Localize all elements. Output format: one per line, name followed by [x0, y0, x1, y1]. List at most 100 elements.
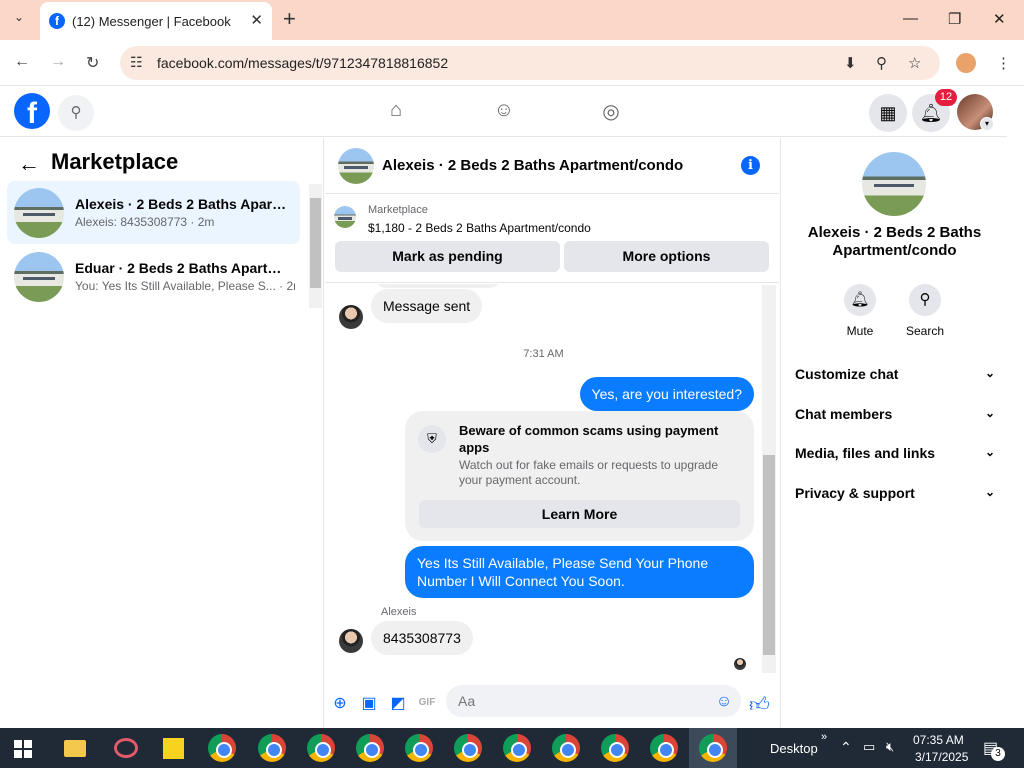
- section-label: Chat members: [795, 406, 893, 422]
- scrollbar-thumb[interactable]: [310, 198, 321, 288]
- message-bubble[interactable]: Message sent: [371, 289, 483, 323]
- url-text[interactable]: facebook.com/messages/t/9712347818816852: [157, 55, 448, 71]
- learn-more-button[interactable]: Learn More: [419, 500, 740, 528]
- thread-item[interactable]: Eduar · 2 Beds 2 Baths Apartment/condo Y…: [7, 245, 300, 308]
- clock-date[interactable]: 3/17/2025: [915, 750, 968, 764]
- search-button[interactable]: ⚲ Search: [895, 284, 955, 338]
- emoji-icon[interactable]: ☺: [714, 693, 734, 713]
- sender-name: Alexeis: [381, 606, 417, 618]
- tab-search-chevron-icon[interactable]: ⌄: [8, 10, 30, 32]
- message-timestamp: 7:31 AM: [523, 348, 564, 360]
- menu-grid-icon[interactable]: ▦: [869, 94, 907, 132]
- forward-arrow-icon[interactable]: →: [50, 53, 66, 71]
- chevron-down-icon: ⌄: [984, 485, 995, 499]
- new-tab-button[interactable]: +: [283, 6, 296, 32]
- minimize-icon[interactable]: —: [903, 10, 918, 27]
- sender-avatar[interactable]: [339, 629, 363, 653]
- site-info-icon[interactable]: ☷: [130, 54, 143, 71]
- search-icon[interactable]: ⚲: [58, 95, 94, 131]
- messages-scrollbar[interactable]: [762, 285, 776, 673]
- facebook-favicon-icon: f: [49, 13, 65, 29]
- toolbar-expand-icon[interactable]: »: [821, 731, 827, 743]
- thread-name: Eduar · 2 Beds 2 Baths Apartment/condo: [75, 260, 290, 276]
- notification-badge: 12: [935, 89, 957, 106]
- browser-tab-messenger[interactable]: f (12) Messenger | Facebook ✕: [40, 2, 272, 40]
- network-icon[interactable]: ▭: [863, 739, 875, 755]
- tab-title: (12) Messenger | Facebook: [72, 14, 231, 29]
- more-options-button[interactable]: More options: [564, 241, 769, 272]
- start-windows-icon[interactable]: [14, 740, 32, 758]
- chrome-taskbar-icon[interactable]: [208, 734, 236, 762]
- message-bubble-partial: [373, 284, 503, 288]
- listing-thumbnail: [14, 252, 64, 302]
- chevron-down-icon[interactable]: ▾: [980, 117, 994, 131]
- attach-image-icon[interactable]: ▣: [359, 693, 379, 713]
- listing-thumbnail[interactable]: [338, 148, 374, 184]
- gif-icon[interactable]: GIF: [417, 693, 437, 713]
- zoom-icon[interactable]: ⚲: [876, 54, 887, 72]
- section-chat-members[interactable]: Chat members ⌄: [795, 406, 995, 422]
- chevron-down-icon: ⌄: [984, 406, 995, 420]
- action-center-badge: 3: [991, 747, 1005, 761]
- listing-photo[interactable]: [862, 152, 926, 216]
- listing-title[interactable]: $1,180 - 2 Beds 2 Baths Apartment/condo: [368, 221, 591, 235]
- facebook-logo-icon[interactable]: f: [14, 93, 50, 129]
- chrome-taskbar-icon[interactable]: [405, 734, 433, 762]
- section-privacy-support[interactable]: Privacy & support ⌄: [795, 485, 995, 501]
- file-explorer-icon[interactable]: [64, 740, 86, 757]
- warning-title: Beware of common scams using payment app…: [459, 423, 719, 455]
- sticker-icon[interactable]: ◩: [388, 693, 408, 713]
- chrome-taskbar-icon[interactable]: [356, 734, 384, 762]
- mark-pending-button[interactable]: Mark as pending: [335, 241, 560, 272]
- chrome-taskbar-icon-active[interactable]: [699, 734, 727, 762]
- sticky-notes-icon[interactable]: [163, 738, 184, 759]
- add-circle-icon[interactable]: ⊕: [330, 693, 350, 713]
- mute-button[interactable]: 🔔︎ Mute: [830, 284, 890, 338]
- chrome-taskbar-icon[interactable]: [650, 734, 678, 762]
- clock-time[interactable]: 07:35 AM: [913, 733, 964, 747]
- section-media-files[interactable]: Media, files and links ⌄: [795, 445, 995, 461]
- chrome-taskbar-icon[interactable]: [601, 734, 629, 762]
- friends-icon[interactable]: ☺: [490, 99, 518, 127]
- listing-thumbnail[interactable]: [334, 206, 356, 228]
- tray-overflow-chevron-icon[interactable]: ⌃: [840, 739, 852, 756]
- scrollbar-thumb[interactable]: [763, 455, 775, 655]
- section-customize-chat[interactable]: Customize chat ⌄: [795, 366, 995, 382]
- chrome-taskbar-icon[interactable]: [552, 734, 580, 762]
- thumbs-up-icon[interactable]: 👍︎: [749, 693, 770, 716]
- scam-warning-card: ⛨ Beware of common scams using payment a…: [405, 411, 754, 541]
- chrome-taskbar-icon[interactable]: [307, 734, 335, 762]
- profile-icon[interactable]: [956, 53, 976, 73]
- tab-close-icon[interactable]: ✕: [250, 11, 263, 29]
- info-icon[interactable]: i: [741, 156, 760, 175]
- reload-icon[interactable]: ↻: [86, 53, 99, 73]
- message-bubble[interactable]: 8435308773: [371, 621, 473, 655]
- chrome-taskbar-icon[interactable]: [454, 734, 482, 762]
- threads-scrollbar[interactable]: [309, 184, 322, 308]
- maximize-icon[interactable]: ❐: [948, 10, 961, 28]
- desktop-toolbar-label[interactable]: Desktop: [770, 741, 818, 756]
- message-bubble-outgoing[interactable]: Yes Its Still Available, Please Send You…: [405, 546, 754, 598]
- page-scrollbar[interactable]: [1007, 87, 1024, 728]
- home-icon[interactable]: ⌂: [382, 99, 410, 127]
- search-label: Search: [905, 324, 945, 338]
- bookmark-star-icon[interactable]: ☆: [908, 54, 921, 72]
- back-arrow-icon[interactable]: ←: [14, 53, 30, 71]
- groups-icon[interactable]: ◎: [597, 99, 625, 127]
- omnibox[interactable]: ☷ facebook.com/messages/t/97123478188168…: [120, 46, 940, 80]
- chrome-taskbar-icon[interactable]: [258, 734, 286, 762]
- chrome-taskbar-icon[interactable]: [503, 734, 531, 762]
- sender-avatar[interactable]: [339, 305, 363, 329]
- back-arrow-icon[interactable]: ←: [18, 151, 40, 177]
- message-bubble-outgoing[interactable]: Yes, are you interested?: [579, 377, 754, 411]
- marketplace-label: Marketplace: [368, 204, 428, 216]
- volume-muted-icon[interactable]: 🔇︎: [886, 739, 894, 755]
- paint-app-icon[interactable]: [114, 738, 138, 758]
- chat-title[interactable]: Alexeis · 2 Beds 2 Baths Apartment/condo: [382, 157, 683, 174]
- message-input[interactable]: [446, 685, 741, 717]
- window-close-icon[interactable]: ✕: [993, 10, 1006, 28]
- install-app-icon[interactable]: ⬇: [844, 54, 857, 72]
- browser-menu-icon[interactable]: ⋮: [996, 54, 1011, 72]
- section-label: Customize chat: [795, 366, 899, 382]
- thread-item[interactable]: Alexeis · 2 Beds 2 Baths Apartment/condo…: [7, 181, 300, 244]
